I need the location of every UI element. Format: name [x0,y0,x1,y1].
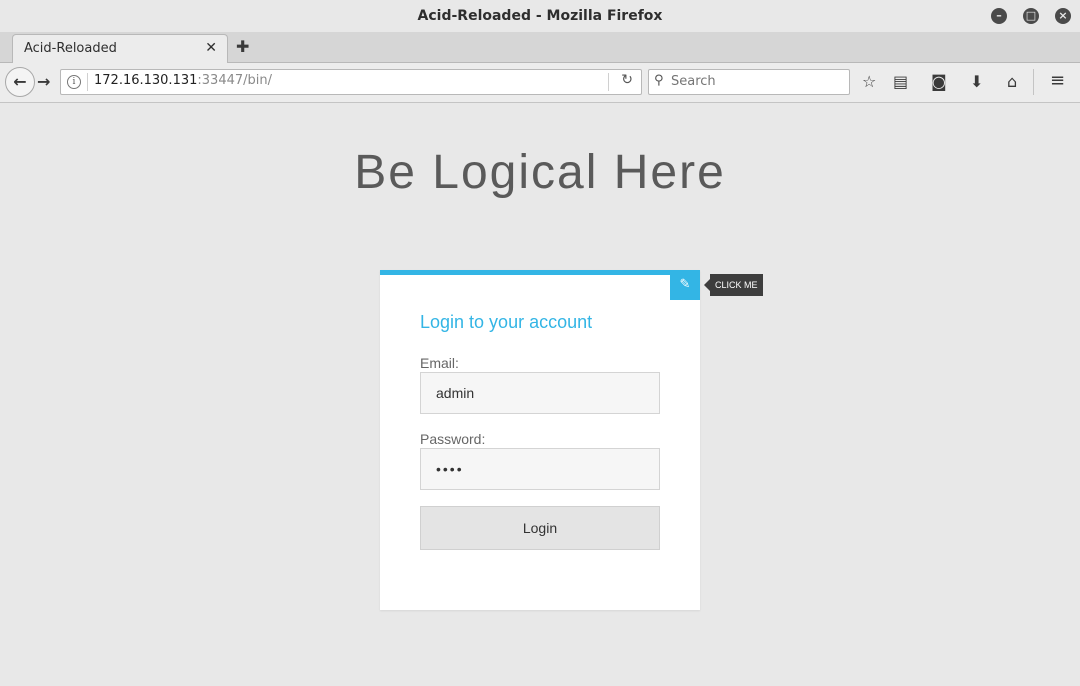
home-icon[interactable]: ⌂ [1007,72,1017,91]
star-icon[interactable]: ☆ [862,72,876,91]
menu-icon[interactable]: ≡ [1050,70,1065,91]
window-title: Acid-Reloaded - Mozilla Firefox [417,8,663,24]
reload-icon[interactable]: ↻ [621,72,633,88]
new-tab-icon[interactable]: ✚ [236,37,249,56]
pocket-icon[interactable]: ◙ [931,72,947,91]
back-button[interactable]: ← [5,67,35,97]
email-field[interactable] [420,372,660,414]
search-input[interactable] [671,73,841,89]
login-title: Login to your account [420,312,593,332]
window-titlebar: Acid-Reloaded - Mozilla Firefox – □ × [0,0,1080,32]
tab-label: Acid-Reloaded [24,41,117,56]
url-path: :33447/bin/ [197,73,272,88]
click-me-tooltip: CLICK ME [704,274,763,296]
tab-acid-reloaded[interactable]: Acid-Reloaded ✕ [12,34,228,63]
login-card: ✎ Login to your account Email: Password:… [380,270,700,610]
download-icon[interactable]: ⬇ [970,72,983,91]
url-host: 172.16.130.131 [94,73,198,88]
minimize-button[interactable]: – [991,8,1007,24]
forward-button[interactable]: → [37,72,50,91]
login-button[interactable]: Login [420,506,660,550]
email-label: Email: [420,355,459,371]
url-separator-right [608,73,609,91]
page-headline: Be Logical Here [354,146,726,199]
password-label: Password: [420,431,486,447]
site-info-icon[interactable]: i [67,75,81,89]
page-content: Be Logical Here ✎ Login to your account … [0,103,1080,686]
password-field[interactable] [420,448,660,490]
tab-bar: Acid-Reloaded ✕ ✚ [0,32,1080,63]
url-bar[interactable]: i 172.16.130.131:33447/bin/ ↻ [60,69,642,95]
reading-list-icon[interactable]: ▤ [893,72,908,91]
navigation-toolbar: ← → i 172.16.130.131:33447/bin/ ↻ ⚲ ☆ ▤ … [0,63,1080,103]
close-tab-icon[interactable]: ✕ [205,40,217,56]
maximize-button[interactable]: □ [1023,8,1039,24]
pencil-icon[interactable]: ✎ [670,270,700,300]
search-bar[interactable]: ⚲ [648,69,850,95]
url-text[interactable]: 172.16.130.131:33447/bin/ [94,73,272,88]
search-icon: ⚲ [654,73,664,88]
close-window-button[interactable]: × [1055,8,1071,24]
toolbar-separator [1033,69,1034,95]
url-separator [87,73,88,91]
